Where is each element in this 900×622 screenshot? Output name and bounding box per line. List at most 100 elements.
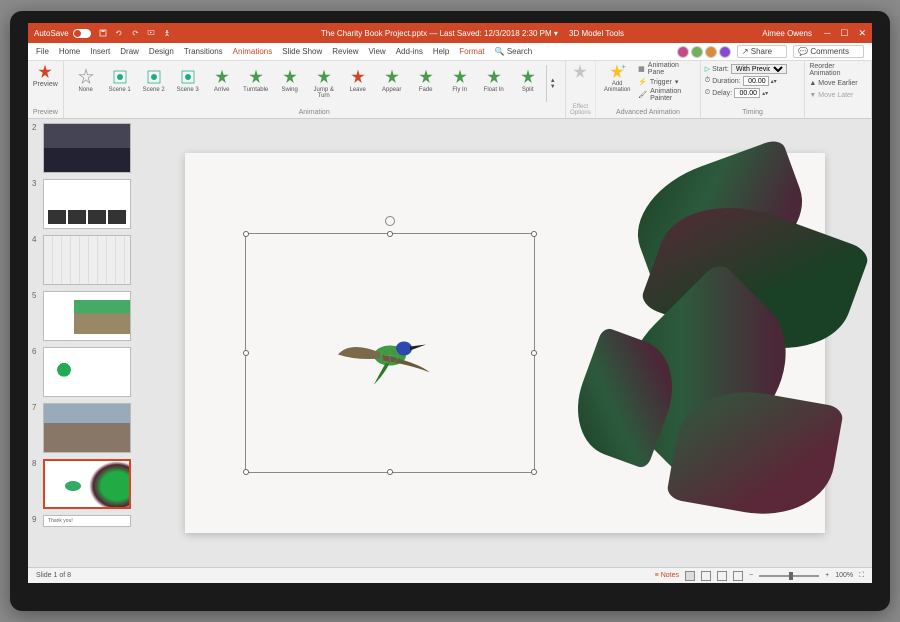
slide-canvas[interactable] bbox=[138, 119, 872, 567]
slide-thumb-4[interactable]: 4 bbox=[32, 235, 134, 285]
anim-none[interactable]: None bbox=[70, 65, 102, 102]
rotation-handle[interactable] bbox=[385, 216, 395, 226]
hummingbird-3d-model[interactable] bbox=[330, 311, 450, 396]
workspace: 2 3 4 5 6 7 8 9Thank you! bbox=[28, 119, 872, 567]
resize-handle-nw[interactable] bbox=[243, 231, 249, 237]
anim-split[interactable]: Split bbox=[512, 65, 544, 102]
user-name[interactable]: Aimee Owens bbox=[762, 29, 812, 38]
zoom-out-button[interactable]: − bbox=[749, 572, 753, 579]
anim-turntable[interactable]: Turntable bbox=[240, 65, 272, 102]
tablet-frame: AutoSave The Charity Book Project.pptx —… bbox=[10, 11, 890, 611]
slide-thumb-5[interactable]: 5 bbox=[32, 291, 134, 341]
ribbon-group-advanced: + Add Animation ▦ Animation Pane ⚡ Trigg… bbox=[596, 61, 701, 118]
redo-icon[interactable] bbox=[131, 29, 139, 37]
duration-input[interactable] bbox=[743, 76, 769, 86]
preview-label[interactable]: Preview bbox=[33, 81, 58, 88]
animation-gallery[interactable]: None Scene 1 Scene 2 Scene 3 Arrive Turn… bbox=[68, 63, 561, 104]
animation-painter-button[interactable]: 🖌 Animation Painter bbox=[638, 89, 696, 101]
move-earlier-button[interactable]: ▲ Move Earlier bbox=[809, 77, 867, 89]
start-select[interactable]: With Previous bbox=[731, 64, 787, 74]
anim-scene1[interactable]: Scene 1 bbox=[104, 65, 136, 102]
menu-slideshow[interactable]: Slide Show bbox=[282, 47, 322, 56]
trigger-button[interactable]: ⚡ Trigger ▾ bbox=[638, 76, 696, 88]
slide-thumb-2[interactable]: 2 bbox=[32, 123, 134, 173]
avatar[interactable] bbox=[705, 46, 717, 58]
slide-thumb-3[interactable]: 3 bbox=[32, 179, 134, 229]
zoom-in-button[interactable]: + bbox=[825, 572, 829, 579]
selection-box[interactable] bbox=[245, 233, 535, 473]
resize-handle-s[interactable] bbox=[387, 469, 393, 475]
animation-pane-button[interactable]: ▦ Animation Pane bbox=[638, 63, 696, 75]
slideshow-icon[interactable] bbox=[147, 29, 155, 37]
menu-transitions[interactable]: Transitions bbox=[184, 47, 223, 56]
screen: AutoSave The Charity Book Project.pptx —… bbox=[28, 23, 872, 583]
zoom-level[interactable]: 100% bbox=[835, 572, 853, 579]
normal-view-icon[interactable] bbox=[685, 571, 695, 581]
menu-draw[interactable]: Draw bbox=[120, 47, 139, 56]
slide-thumb-9[interactable]: 9Thank you! bbox=[32, 515, 134, 527]
resize-handle-sw[interactable] bbox=[243, 469, 249, 475]
notes-button[interactable]: ≡ Notes bbox=[655, 572, 679, 579]
anim-scene2[interactable]: Scene 2 bbox=[138, 65, 170, 102]
add-animation-icon: + bbox=[608, 63, 626, 81]
search-button[interactable]: 🔍 Search bbox=[495, 47, 543, 56]
anim-appear[interactable]: Appear bbox=[376, 65, 408, 102]
anim-arrive[interactable]: Arrive bbox=[206, 65, 238, 102]
slide-panel[interactable]: 2 3 4 5 6 7 8 9Thank you! bbox=[28, 119, 138, 567]
resize-handle-se[interactable] bbox=[531, 469, 537, 475]
accessibility-icon[interactable] bbox=[163, 29, 171, 37]
slide-thumb-6[interactable]: 6 bbox=[32, 347, 134, 397]
menu-home[interactable]: Home bbox=[59, 47, 80, 56]
quick-access-toolbar bbox=[99, 29, 171, 37]
anim-fade[interactable]: Fade bbox=[410, 65, 442, 102]
avatar[interactable] bbox=[691, 46, 703, 58]
anim-jump-turn[interactable]: Jump & Turn bbox=[308, 65, 340, 102]
undo-icon[interactable] bbox=[115, 29, 123, 37]
avatar[interactable] bbox=[677, 46, 689, 58]
avatar[interactable] bbox=[719, 46, 731, 58]
menu-design[interactable]: Design bbox=[149, 47, 174, 56]
menu-view[interactable]: View bbox=[369, 47, 386, 56]
menu-addins[interactable]: Add-ins bbox=[396, 47, 423, 56]
anim-swing[interactable]: Swing bbox=[274, 65, 306, 102]
menu-review[interactable]: Review bbox=[332, 47, 358, 56]
resize-handle-n[interactable] bbox=[387, 231, 393, 237]
collaborator-avatars[interactable] bbox=[677, 46, 731, 58]
anim-float-in[interactable]: Float In bbox=[478, 65, 510, 102]
close-button[interactable]: ✕ bbox=[858, 28, 866, 39]
fit-button[interactable]: ⛶ bbox=[859, 572, 864, 580]
slide-thumb-7[interactable]: 7 bbox=[32, 403, 134, 453]
document-title: The Charity Book Project.pptx — Last Sav… bbox=[183, 29, 762, 38]
resize-handle-e[interactable] bbox=[531, 350, 537, 356]
comments-button[interactable]: 💬 Comments bbox=[793, 45, 864, 58]
sorter-view-icon[interactable] bbox=[701, 571, 711, 581]
menu-animations[interactable]: Animations bbox=[233, 47, 273, 56]
resize-handle-ne[interactable] bbox=[531, 231, 537, 237]
anim-leave[interactable]: Leave bbox=[342, 65, 374, 102]
ribbon-group-timing: ▷Start:With Previous ⏱Duration:▴▾ ⏲Delay… bbox=[701, 61, 806, 118]
resize-handle-w[interactable] bbox=[243, 350, 249, 356]
maximize-button[interactable]: ☐ bbox=[840, 28, 848, 39]
ribbon: Preview Preview None Scene 1 Scene 2 Sce… bbox=[28, 61, 872, 119]
autosave-toggle[interactable]: AutoSave bbox=[34, 29, 91, 38]
menu-file[interactable]: File bbox=[36, 47, 49, 56]
slideshow-view-icon[interactable] bbox=[733, 571, 743, 581]
add-animation-button[interactable]: + Add Animation bbox=[600, 63, 634, 109]
delay-input[interactable] bbox=[734, 88, 760, 98]
preview-icon[interactable] bbox=[36, 63, 54, 81]
gallery-expand[interactable]: ▲▼ bbox=[546, 65, 559, 102]
ribbon-group-animation: None Scene 1 Scene 2 Scene 3 Arrive Turn… bbox=[64, 61, 566, 118]
menu-help[interactable]: Help bbox=[433, 47, 449, 56]
menu-format[interactable]: Format bbox=[459, 47, 484, 56]
slide-counter[interactable]: Slide 1 of 8 bbox=[36, 572, 71, 579]
toggle-switch[interactable] bbox=[73, 29, 91, 38]
anim-fly-in[interactable]: Fly In bbox=[444, 65, 476, 102]
reading-view-icon[interactable] bbox=[717, 571, 727, 581]
menu-insert[interactable]: Insert bbox=[90, 47, 110, 56]
save-icon[interactable] bbox=[99, 29, 107, 37]
share-button[interactable]: ↗ Share bbox=[737, 45, 787, 58]
slide-thumb-8[interactable]: 8 bbox=[32, 459, 134, 509]
zoom-slider[interactable] bbox=[759, 575, 819, 577]
anim-scene3[interactable]: Scene 3 bbox=[172, 65, 204, 102]
minimize-button[interactable]: ─ bbox=[824, 28, 830, 39]
